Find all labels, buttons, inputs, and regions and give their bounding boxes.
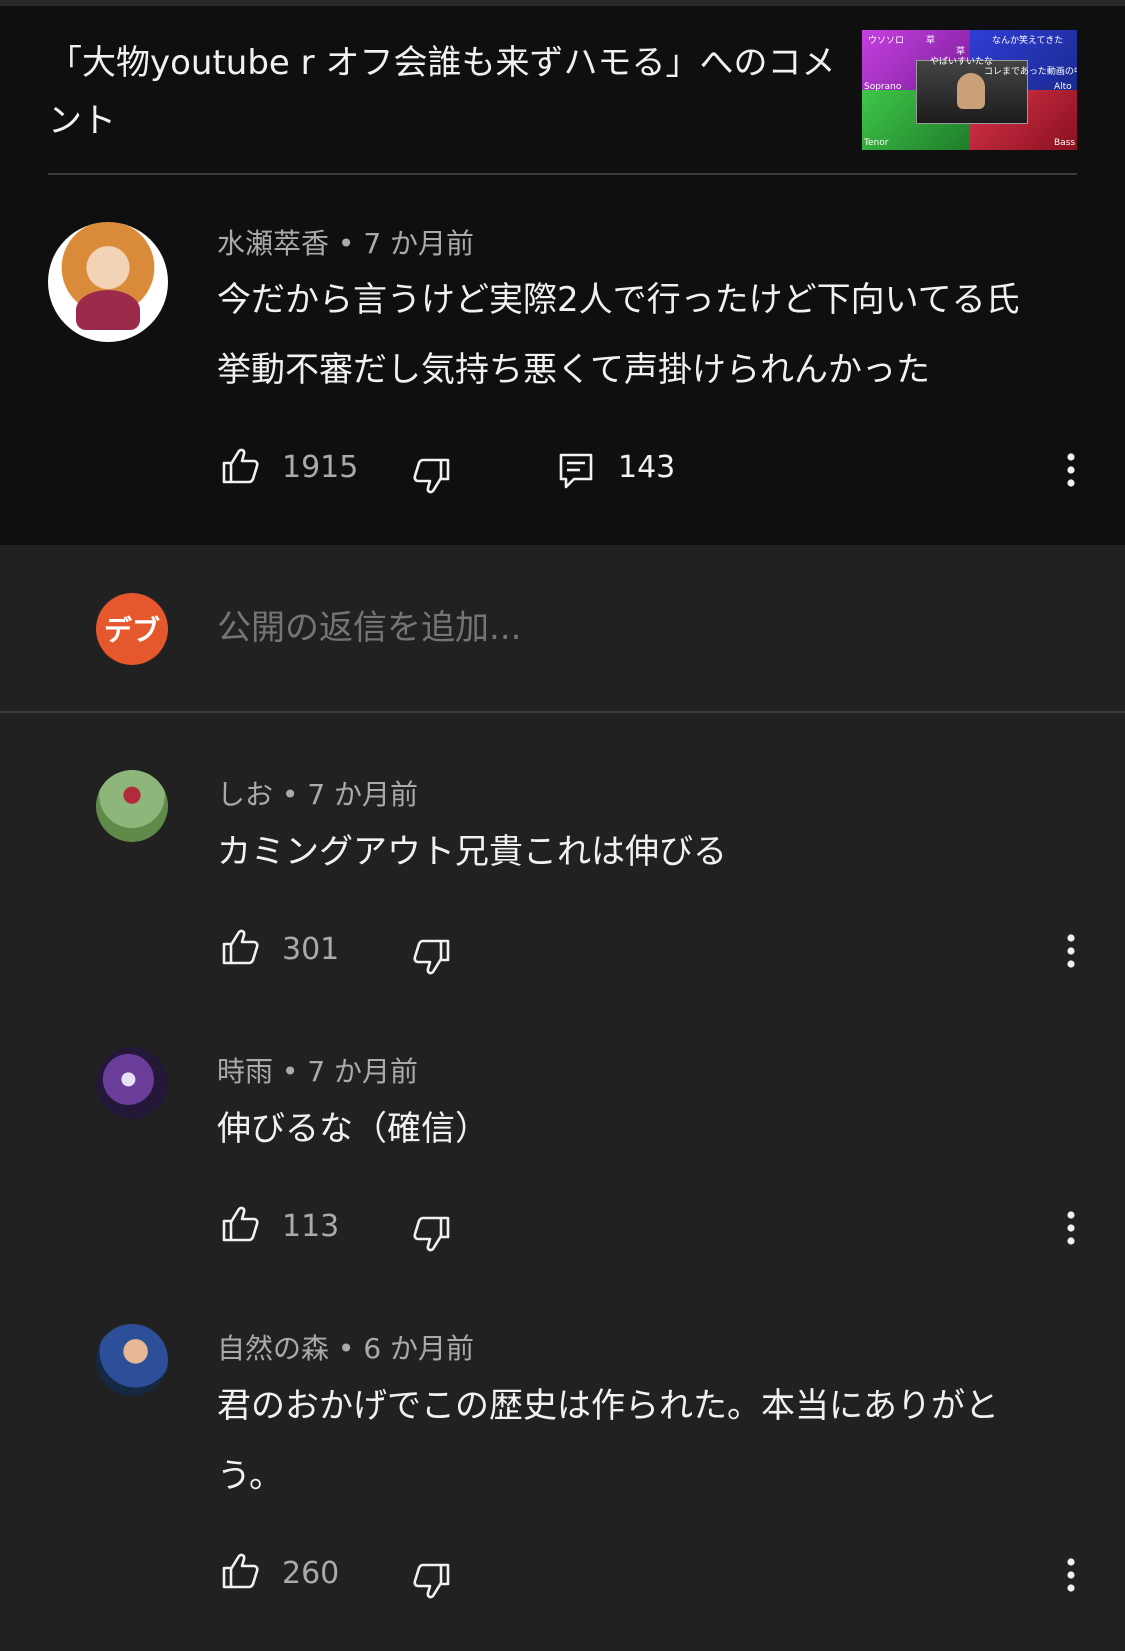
thumbs-up-icon[interactable] [220,446,260,486]
comment-text-line: 今だから言うけど実際2人で行ったけど下向いてる氏 [217,280,1020,320]
comment-meta: 水瀬萃香 • 7 か月前 [217,222,474,262]
comment-meta: しお • 7 か月前 [217,773,418,813]
comment-author[interactable]: 時雨 [217,1055,273,1088]
thumbnail-text: Soprano [864,82,902,92]
comment-text-line: カミングアウト兄貴これは伸びる [217,832,727,872]
like-count: 260 [282,1556,340,1591]
comment-text-line: う。 [217,1456,283,1496]
like-count: 113 [282,1209,340,1244]
meta-separator: • [337,227,355,260]
comment-icon[interactable] [556,451,596,491]
comment-text: 伸びるな（確信） [217,1094,489,1164]
page-title: 「大物youtube r オフ会誰も来ずハモる」へのコメント [48,43,836,141]
comment-author[interactable]: 自然の森 [217,1332,329,1365]
comment-time: 7 か月前 [307,1055,419,1088]
thumbnail-text: Tenor [864,138,889,148]
avatar[interactable] [48,222,168,342]
comment-text-line: 君のおかげでこの歴史は作られた。本当にありがと [217,1386,999,1426]
more-vert-icon[interactable] [1056,931,1086,971]
more-vert-icon[interactable] [1056,1555,1086,1595]
header-divider [48,173,1077,175]
thumbnail-text: ウソソロ [868,36,905,46]
comment-meta: 時雨 • 7 か月前 [217,1050,418,1090]
thumbnail-text: Alto [1054,82,1072,92]
comment-time: 7 か月前 [363,227,475,260]
thumbs-up-icon[interactable] [220,1204,260,1244]
video-thumbnail[interactable]: ウソソロ 草 草 なんか笑えてきた やばいすいたな コレまであった動画の中 So… [862,30,1077,150]
user-avatar: デブ [96,593,168,665]
reply-count[interactable]: 143 [618,450,675,485]
thumbs-up-icon[interactable] [220,1551,260,1591]
thumbs-down-icon[interactable] [412,1561,452,1601]
reply-input[interactable] [217,603,1037,653]
thumbs-up-icon[interactable] [220,927,260,967]
thumbs-down-icon[interactable] [412,937,452,977]
thumbnail-text: Bass [1054,138,1076,148]
comment-time: 7 か月前 [307,778,419,811]
thumbnail-text: コレまであった動画の中 [984,67,1077,77]
avatar[interactable] [96,1047,168,1119]
comment-author[interactable]: 水瀬萃香 [217,227,329,260]
thumbnail-text: なんか笑えてきた [992,36,1064,46]
thumbs-down-icon[interactable] [412,456,452,496]
comment-author[interactable]: しお [217,778,273,811]
comment-time: 6 か月前 [363,1332,475,1365]
more-vert-icon[interactable] [1056,450,1086,490]
like-count: 1915 [282,450,359,485]
like-count: 301 [282,932,340,967]
meta-separator: • [337,1332,355,1365]
meta-separator: • [281,778,299,811]
comment-text-line: 挙動不審だし気持ち悪くて声掛けられんかった [217,350,930,390]
section-divider [0,711,1125,713]
thumbs-down-icon[interactable] [412,1214,452,1254]
avatar[interactable] [96,770,168,842]
comment-text-line: 伸びるな（確信） [217,1109,489,1149]
more-vert-icon[interactable] [1056,1208,1086,1248]
comment-text: 今だから言うけど実際2人で行ったけど下向いてる氏 挙動不審だし気持ち悪くて声掛け… [217,265,1020,405]
meta-separator: • [281,1055,299,1088]
comment-header-panel: 「大物youtube r オフ会誰も来ずハモる」へのコメント ウソソロ 草 草 … [0,0,1125,545]
comment-text: カミングアウト兄貴これは伸びる [217,817,727,887]
thumbnail-text: 草 [926,36,936,46]
avatar[interactable] [96,1324,168,1396]
comment-text: 君のおかげでこの歴史は作られた。本当にありがと う。 [217,1371,999,1511]
comment-meta: 自然の森 • 6 か月前 [217,1327,474,1367]
